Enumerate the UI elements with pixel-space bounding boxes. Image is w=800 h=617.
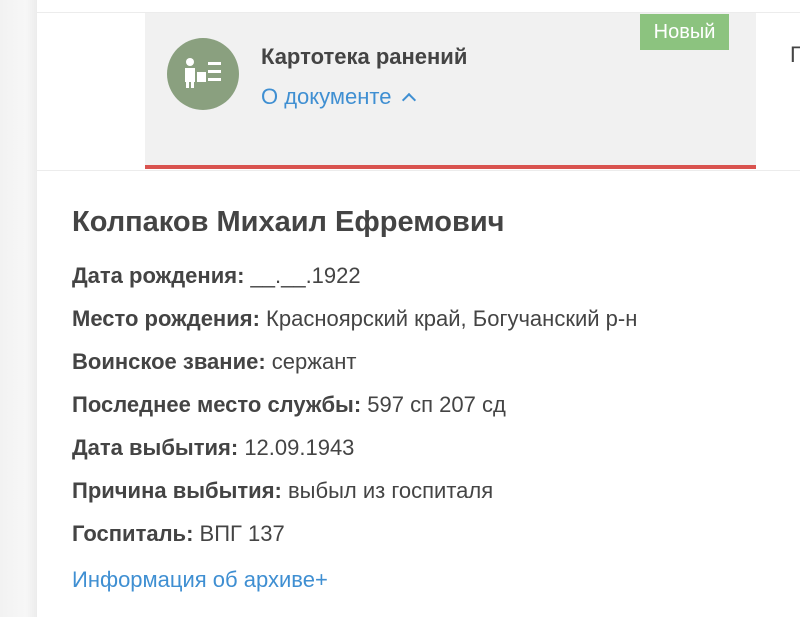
person-fields: Дата рождения: __.__.1922 Место рождения…: [72, 263, 637, 564]
person-name: Колпаков Михаил Ефремович: [72, 206, 505, 238]
field-label: Воинское звание:: [72, 349, 266, 374]
field-last-service: Последнее место службы: 597 сп 207 сд: [72, 392, 637, 435]
field-label: Дата выбытия:: [72, 435, 239, 460]
field-label: Госпиталь:: [72, 521, 194, 546]
field-value: 12.09.1943: [244, 435, 355, 460]
field-birth-place: Место рождения: Красноярский край, Богуч…: [72, 306, 637, 349]
new-badge: Новый: [640, 14, 729, 50]
archive-card-icon: [167, 38, 239, 110]
chevron-up-icon: [401, 92, 416, 108]
field-value: Красноярский край, Богучанский р-н: [266, 306, 638, 331]
field-label: Место рождения:: [72, 306, 260, 331]
document-title: Картотека ранений: [261, 44, 468, 69]
field-label: Дата рождения:: [72, 263, 245, 288]
archive-info-link[interactable]: Информация об архиве+: [72, 567, 328, 593]
field-value: выбыл из госпиталя: [287, 478, 494, 503]
field-rank: Воинское звание: сержант: [72, 349, 637, 392]
field-value: 597 сп 207 сд: [367, 392, 506, 417]
field-hospital: Госпиталь: ВПГ 137: [72, 521, 637, 564]
field-value: ВПГ 137: [199, 521, 285, 546]
about-document-label: О документе: [261, 84, 392, 109]
field-value: сержант: [271, 349, 357, 374]
field-departure-reason: Причина выбытия: выбыл из госпиталя: [72, 478, 637, 521]
field-label: Причина выбытия:: [72, 478, 282, 503]
left-gutter: [0, 0, 37, 617]
field-value: __.__.1922: [250, 263, 361, 288]
field-birth-date: Дата рождения: __.__.1922: [72, 263, 637, 306]
field-departure-date: Дата выбытия: 12.09.1943: [72, 435, 637, 478]
top-strip: [37, 0, 800, 13]
about-document-link[interactable]: О документе: [261, 84, 416, 110]
truncated-text: П: [790, 42, 800, 67]
field-label: Последнее место службы:: [72, 392, 362, 417]
divider: [37, 170, 800, 171]
